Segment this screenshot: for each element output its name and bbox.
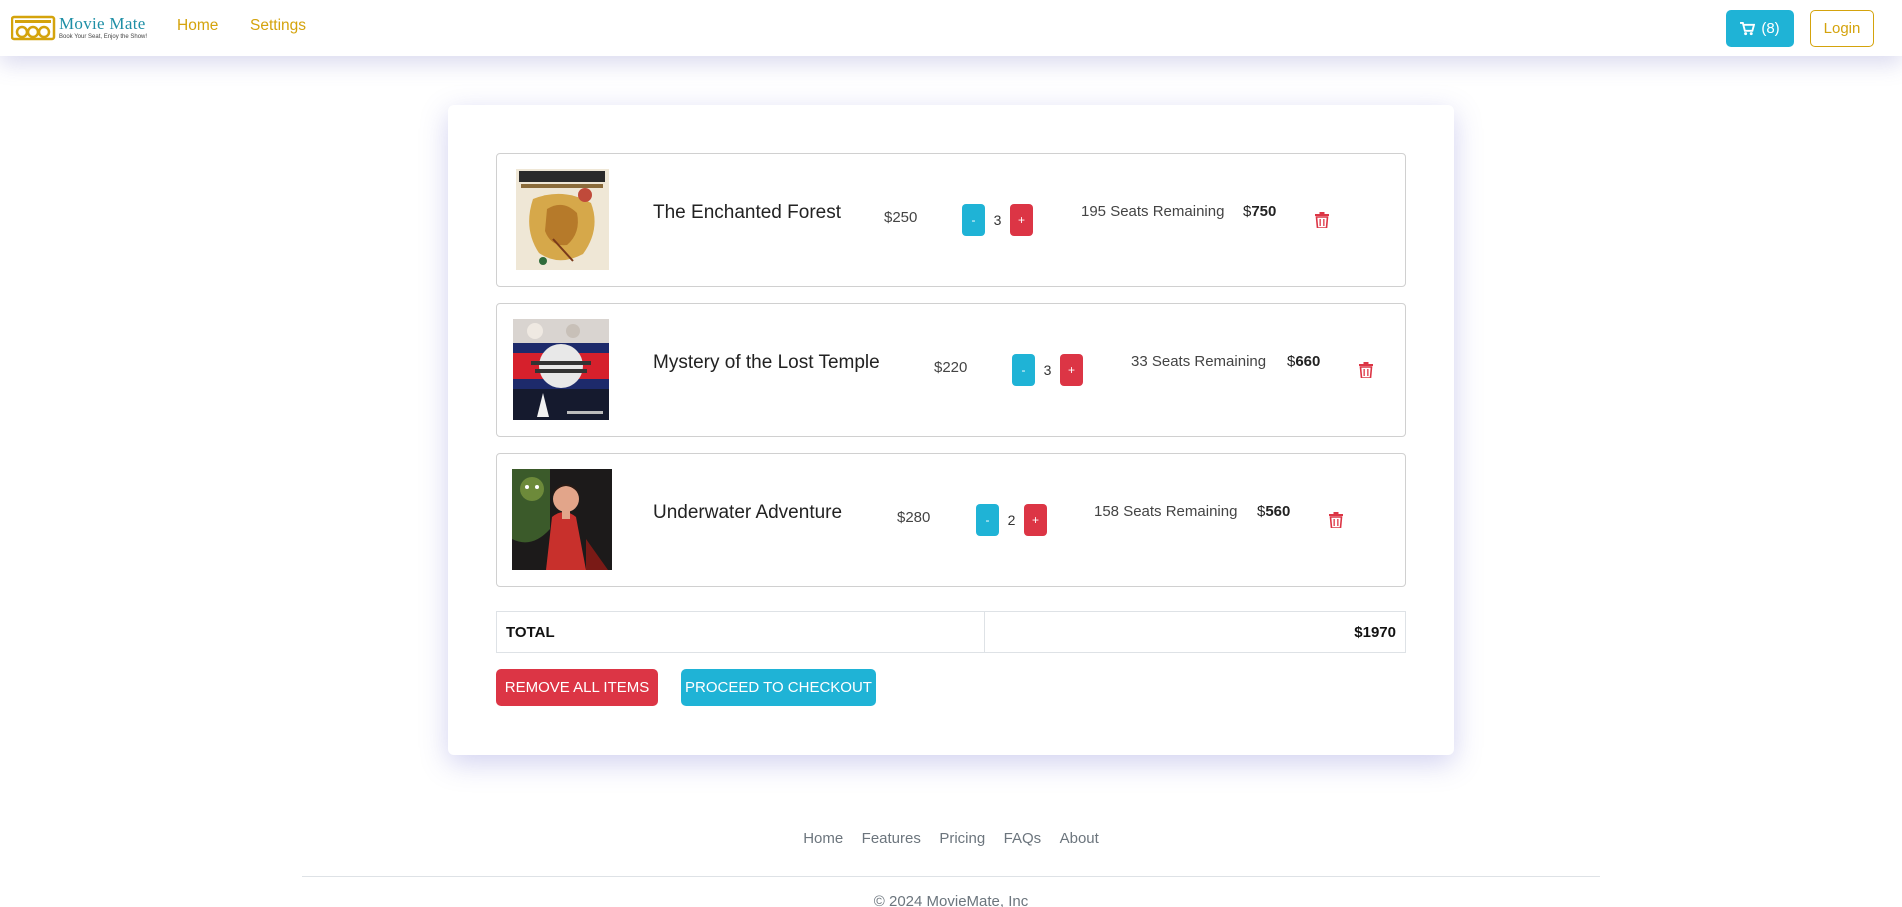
decrease-quantity-button[interactable]: - [976,504,999,536]
line-total-value: 560 [1265,503,1291,520]
cart-item: Underwater Adventure $280 - 2 + 158 Seat… [496,453,1406,587]
movie-title: Underwater Adventure [653,502,843,523]
top-navbar: Movie Mate Book Your Seat, Enjoy the Sho… [0,0,1902,56]
ticket-price: $250 [884,209,918,226]
movie-poster [512,469,612,570]
film-reel-logo-icon [11,15,56,41]
total-value: $1970 [1354,624,1396,641]
quantity-value: 3 [1043,362,1052,378]
brand-name: Movie Mate [59,14,146,33]
increase-quantity-button[interactable]: + [1010,204,1033,236]
cart-icon [1740,21,1756,35]
cart-count: (8) [1761,20,1780,37]
total-table: TOTAL $1970 [496,611,1406,653]
line-total-value: 660 [1295,353,1321,370]
seats-remaining: 33 Seats Remaining [1131,353,1267,370]
quantity-stepper: - 3 + [962,204,1037,236]
remove-all-items-button[interactable]: REMOVE ALL ITEMS [496,669,658,706]
brand-logo[interactable]: Movie Mate Book Your Seat, Enjoy the Sho… [11,13,163,43]
increase-quantity-button[interactable]: + [1024,504,1047,536]
movie-title: Mystery of the Lost Temple [653,352,880,373]
footer-link-features[interactable]: Features [862,830,921,847]
copyright-text: © 2024 MovieMate, Inc [873,893,1029,907]
footer-link-pricing[interactable]: Pricing [939,830,985,847]
footer-divider [302,876,1600,877]
nav-settings-link[interactable]: Settings [250,17,306,35]
quantity-stepper: - 2 + [976,504,1051,536]
line-total: $750 [1243,203,1276,220]
footer-link-faqs[interactable]: FAQs [1004,830,1042,847]
brand-tagline: Book Your Seat, Enjoy the Show! [59,34,148,40]
decrease-quantity-button[interactable]: - [1012,354,1035,386]
cart-item: The Enchanted Forest $250 - 3 + 195 Seat… [496,153,1406,287]
login-button[interactable]: Login [1810,10,1874,47]
movie-poster [513,169,613,270]
proceed-to-checkout-button[interactable]: PROCEED TO CHECKOUT [681,669,876,706]
seats-remaining: 158 Seats Remaining [1094,503,1238,520]
movie-poster [513,319,613,420]
quantity-value: 2 [1007,512,1016,528]
trash-icon[interactable] [1359,362,1373,378]
total-label: TOTAL [506,624,555,641]
line-total: $660 [1287,353,1320,370]
seats-remaining: 195 Seats Remaining [1081,203,1225,220]
cart-card: The Enchanted Forest $250 - 3 + 195 Seat… [448,105,1454,755]
footer-link-about[interactable]: About [1060,830,1099,847]
increase-quantity-button[interactable]: + [1060,354,1083,386]
nav-home-link[interactable]: Home [177,17,218,35]
ticket-price: $220 [934,359,968,376]
footer-link-home[interactable]: Home [803,830,843,847]
line-total-value: 750 [1251,203,1277,220]
table-divider [984,612,985,652]
trash-icon[interactable] [1315,212,1329,228]
trash-icon[interactable] [1329,512,1343,528]
decrease-quantity-button[interactable]: - [962,204,985,236]
movie-title: The Enchanted Forest [653,202,841,223]
cart-button[interactable]: (8) [1726,10,1794,47]
ticket-price: $280 [897,509,931,526]
quantity-stepper: - 3 + [1012,354,1087,386]
cart-item: Mystery of the Lost Temple $220 - 3 + 33… [496,303,1406,437]
footer-nav: Home Features Pricing FAQs About [0,830,1902,848]
line-total: $560 [1257,503,1290,520]
quantity-value: 3 [993,212,1002,228]
